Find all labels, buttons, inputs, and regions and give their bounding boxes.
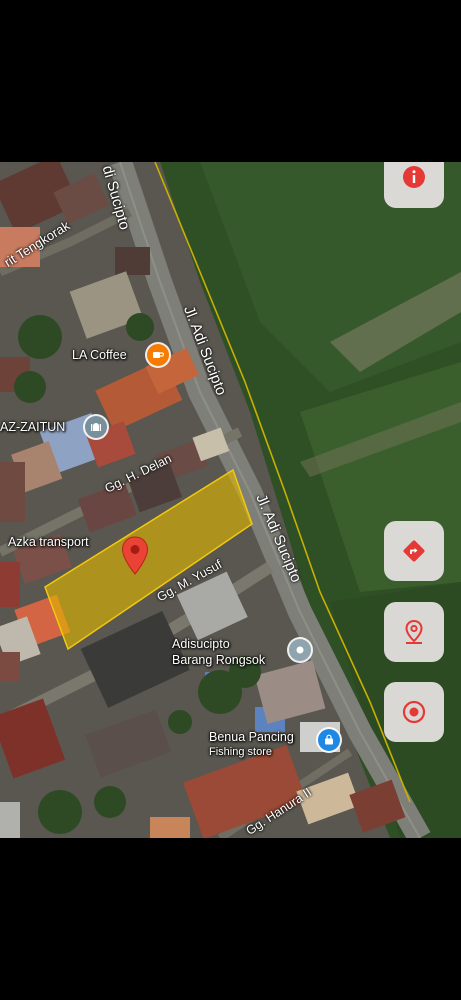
info-button[interactable] [384,162,444,208]
location-pin-icon[interactable] [121,536,149,576]
my-location-icon [402,700,426,724]
place-icon[interactable] [289,639,311,661]
mosque-icon[interactable] [85,416,107,438]
place-label-adisucipto-line1[interactable]: Adisucipto [172,638,230,651]
info-icon [403,166,425,188]
place-label-la-coffee[interactable]: LA Coffee [72,349,127,362]
place-marker-button[interactable] [384,602,444,662]
place-marker-icon [405,619,423,644]
directions-button[interactable] [384,521,444,581]
shopping-bag-icon[interactable] [318,729,340,751]
place-label-az-zaitun[interactable]: AZ-ZAITUN [0,421,65,434]
top-black-bar [0,0,461,162]
place-label-benua-line1[interactable]: Benua Pancing [209,731,294,744]
directions-icon [403,540,425,562]
satellite-map[interactable]: di Sucipto Jl. Adi Sucipto Jl. Adi Sucip… [0,162,461,838]
bottom-black-bar [0,838,461,1000]
place-label-adisucipto-line2[interactable]: Barang Rongsok [172,654,265,667]
place-label-azka-transport[interactable]: Azka transport [8,536,89,549]
place-label-benua-line2[interactable]: Fishing store [209,747,272,758]
coffee-icon[interactable] [147,344,169,366]
my-location-button[interactable] [384,682,444,742]
